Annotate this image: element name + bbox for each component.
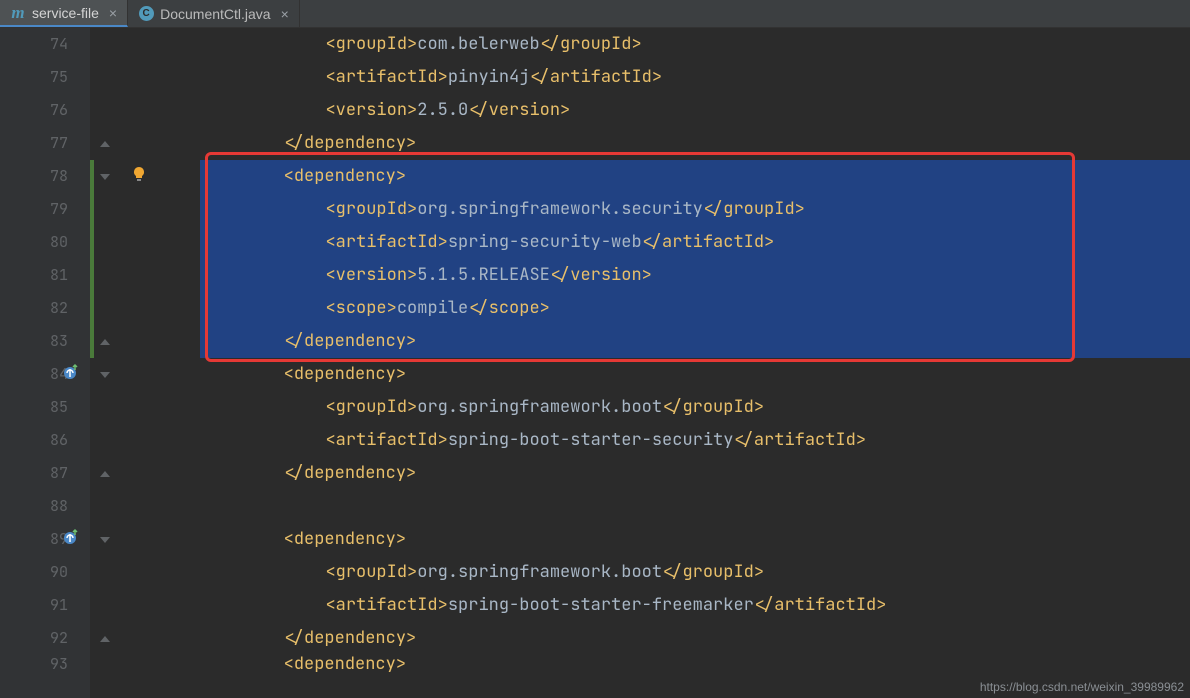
fold-close-icon[interactable]	[100, 636, 110, 642]
code-line[interactable]: <groupId>org.springframework.boot</group…	[200, 391, 1190, 424]
code-line[interactable]: <dependency>	[200, 160, 1190, 193]
line-number: 91	[0, 589, 68, 622]
code-line[interactable]: <artifactId>pinyin4j</artifactId>	[200, 61, 1190, 94]
line-number: 78	[0, 160, 68, 193]
line-number: 86	[0, 424, 68, 457]
code-line[interactable]: <groupId>com.belerweb</groupId>	[200, 28, 1190, 61]
close-icon[interactable]: ×	[281, 6, 289, 22]
code-line[interactable]: </dependency>	[200, 127, 1190, 160]
tab-service-file[interactable]: m service-file ×	[0, 0, 128, 27]
fold-close-icon[interactable]	[100, 141, 110, 147]
vcs-change-marker	[90, 259, 94, 292]
line-number: 80	[0, 226, 68, 259]
margin-row	[90, 226, 200, 259]
fold-open-icon[interactable]	[100, 372, 110, 378]
vcs-change-marker	[90, 292, 94, 325]
fold-open-icon[interactable]	[100, 537, 110, 543]
line-number: 76	[0, 94, 68, 127]
file-type-icon: C	[138, 6, 154, 22]
code-line[interactable]: <dependency>	[200, 655, 1190, 673]
close-icon[interactable]: ×	[109, 5, 117, 21]
override-gutter-icon[interactable]	[62, 528, 80, 552]
tab-label: DocumentCtl.java	[160, 6, 271, 22]
fold-close-icon[interactable]	[100, 339, 110, 345]
editor-margin	[90, 28, 200, 698]
file-type-icon: m	[10, 5, 26, 21]
line-number: 85	[0, 391, 68, 424]
margin-row	[90, 589, 200, 622]
vcs-change-marker	[90, 325, 94, 358]
margin-row	[90, 28, 200, 61]
line-number: 88	[0, 490, 68, 523]
editor-tabs: m service-file × C DocumentCtl.java ×	[0, 0, 1190, 28]
line-number: 74	[0, 28, 68, 61]
code-line[interactable]: </dependency>	[200, 457, 1190, 490]
line-number: 79	[0, 193, 68, 226]
code-line[interactable]: </dependency>	[200, 325, 1190, 358]
code-line[interactable]: <scope>compile</scope>	[200, 292, 1190, 325]
margin-row	[90, 424, 200, 457]
code-line[interactable]: <dependency>	[200, 523, 1190, 556]
fold-open-icon[interactable]	[100, 174, 110, 180]
code-line[interactable]: <artifactId>spring-boot-starter-security…	[200, 424, 1190, 457]
margin-row	[90, 61, 200, 94]
vcs-change-marker	[90, 160, 94, 193]
margin-row	[90, 292, 200, 325]
line-number: 90	[0, 556, 68, 589]
margin-row	[90, 127, 200, 160]
line-number: 83	[0, 325, 68, 358]
margin-row	[90, 160, 200, 193]
code-line[interactable]: <artifactId>spring-security-web</artifac…	[200, 226, 1190, 259]
tab-documentctl-java[interactable]: C DocumentCtl.java ×	[128, 0, 300, 27]
margin-row	[90, 94, 200, 127]
intention-bulb-icon[interactable]	[130, 165, 148, 189]
vcs-change-marker	[90, 193, 94, 226]
line-number: 89	[0, 523, 68, 556]
margin-row	[90, 622, 200, 655]
line-number: 82	[0, 292, 68, 325]
code-editor[interactable]: 7475767778798081828384858687888990919293…	[0, 28, 1190, 698]
margin-row	[90, 457, 200, 490]
line-number: 77	[0, 127, 68, 160]
code-line[interactable]: <version>2.5.0</version>	[200, 94, 1190, 127]
line-number: 92	[0, 622, 68, 655]
line-number: 75	[0, 61, 68, 94]
fold-close-icon[interactable]	[100, 471, 110, 477]
code-area[interactable]: <groupId>com.belerweb</groupId> <artifac…	[200, 28, 1190, 698]
code-line[interactable]: <version>5.1.5.RELEASE</version>	[200, 259, 1190, 292]
margin-row	[90, 193, 200, 226]
vcs-change-marker	[90, 226, 94, 259]
watermark-text: https://blog.csdn.net/weixin_39989962	[980, 680, 1184, 694]
code-line[interactable]: </dependency>	[200, 622, 1190, 655]
margin-row	[90, 490, 200, 523]
margin-row	[90, 523, 200, 556]
margin-row	[90, 556, 200, 589]
margin-row	[90, 391, 200, 424]
code-line[interactable]: <groupId>org.springframework.security</g…	[200, 193, 1190, 226]
code-line[interactable]	[200, 490, 1190, 523]
margin-row	[90, 358, 200, 391]
margin-row	[90, 655, 200, 673]
line-number: 84	[0, 358, 68, 391]
line-number: 87	[0, 457, 68, 490]
tab-label: service-file	[32, 5, 99, 21]
code-line[interactable]: <groupId>org.springframework.boot</group…	[200, 556, 1190, 589]
override-gutter-icon[interactable]	[62, 363, 80, 387]
code-line[interactable]: <artifactId>spring-boot-starter-freemark…	[200, 589, 1190, 622]
margin-row	[90, 325, 200, 358]
line-number: 93	[0, 655, 68, 673]
margin-row	[90, 259, 200, 292]
code-line[interactable]: <dependency>	[200, 358, 1190, 391]
line-number: 81	[0, 259, 68, 292]
